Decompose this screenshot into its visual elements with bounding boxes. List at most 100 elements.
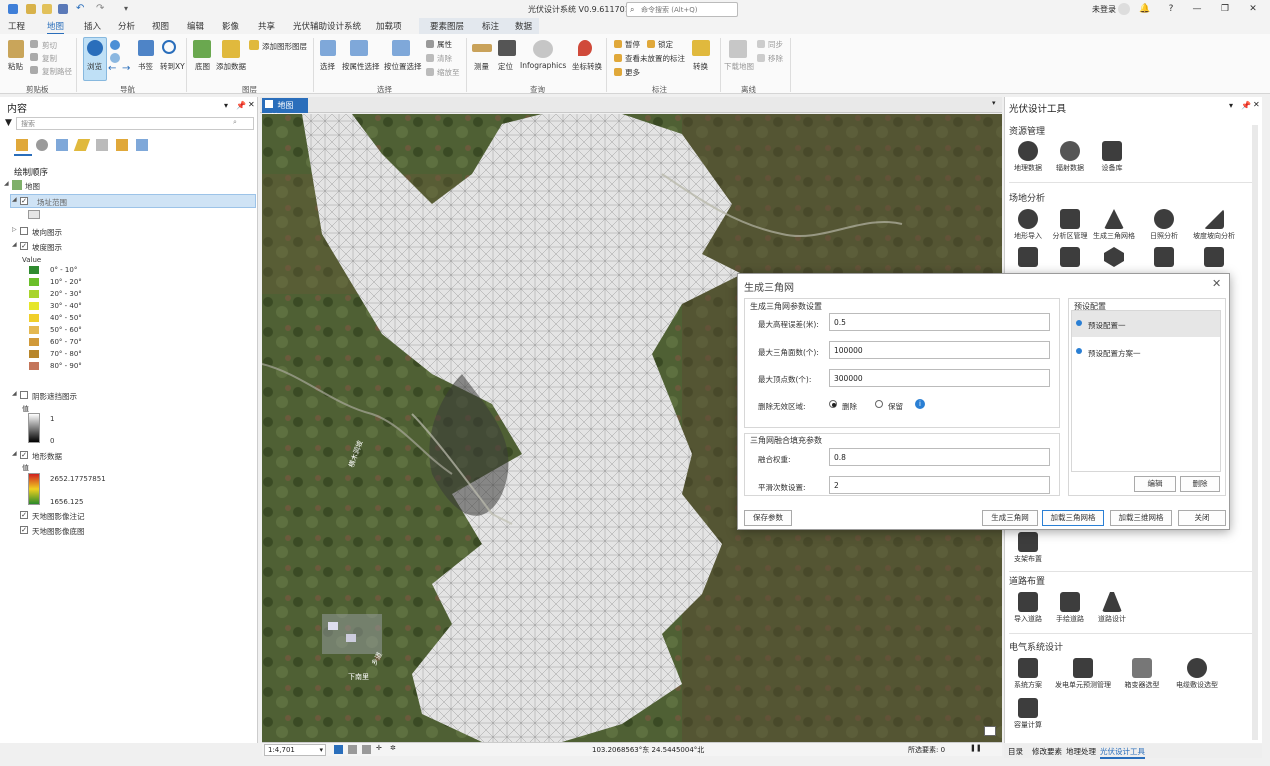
list-by-snapping-icon[interactable] [96,139,108,151]
irradiance-data-button[interactable]: 辐射数据 [1047,141,1093,173]
grid-icon[interactable] [334,745,343,754]
infographics-icon[interactable] [533,40,553,58]
info-icon[interactable]: i [915,399,925,409]
bookmark-button[interactable]: 书签 [138,61,153,72]
close-dialog-button[interactable]: 关闭 [1178,510,1226,526]
ribbon-tab[interactable]: 编辑 [187,20,204,32]
locate-binoculars-icon[interactable] [498,40,516,56]
ribbon-tab[interactable]: 光伏辅助设计系统 [293,20,361,32]
terrain-import-button[interactable]: 地形导入 [1005,209,1051,241]
copy-button[interactable]: 复制 [42,53,57,64]
expand-arrow-icon[interactable]: ◢ [12,450,17,457]
coordinate-conversion-icon[interactable] [578,40,592,56]
list-by-editing-icon[interactable] [73,139,91,151]
view-unplaced-button[interactable]: 查看未放置的标注 [625,53,685,64]
edit-preset-button[interactable]: 编辑 [1134,476,1176,492]
attributes-icon[interactable] [426,40,434,48]
ribbon-tab[interactable]: 视图 [152,20,169,32]
remove-button[interactable]: 移除 [768,53,783,64]
back-arrow-icon[interactable]: ← [108,64,120,74]
map-table-icon[interactable] [984,726,996,736]
copy-icon[interactable] [30,53,38,61]
snap-icon[interactable] [362,745,371,754]
lock-icon[interactable] [647,40,655,48]
load-3d-mesh-button[interactable]: 加载三维网格 [1110,510,1172,526]
select-by-location-button[interactable]: 按位置选择 [384,61,422,72]
sync-icon[interactable] [757,40,765,48]
minimize-button[interactable]: — [1190,2,1204,16]
pane-options-icon[interactable]: ▾ [1229,101,1233,110]
tool-row-2-d[interactable] [1141,247,1187,267]
pause-drawing-icon[interactable]: ❚❚ [970,744,982,752]
delete-preset-button[interactable]: 删除 [1180,476,1220,492]
customize-quick-access-icon[interactable]: ▾ [124,4,134,14]
layer-visibility-checkbox[interactable]: ✓ [20,526,28,534]
ribbon-tab[interactable]: 加载项 [376,20,402,32]
add-data-button[interactable]: 添加数据 [216,61,246,72]
download-map-button[interactable]: 下载地图 [724,61,754,72]
select-by-attr-icon[interactable] [350,40,368,56]
forward-arrow-icon[interactable]: → [122,64,134,74]
clear-icon[interactable] [426,54,434,62]
measure-icon[interactable] [472,44,492,52]
rotate-icon[interactable]: ✲ [390,744,396,752]
radio-delete[interactable] [829,400,837,408]
list-by-perspective-icon[interactable] [136,139,148,151]
road-design-button[interactable]: 道路设计 [1089,592,1135,624]
expand-arrow-icon[interactable]: ◢ [12,390,17,397]
zoom-to-icon[interactable] [426,68,434,76]
scale-input[interactable]: 1:4,701 ▾ [264,744,326,756]
zoom-prev-icon[interactable] [110,53,120,63]
save-params-button[interactable]: 保存参数 [744,510,792,526]
undo-icon[interactable]: ↶ [76,4,86,14]
goto-xy-button[interactable]: 转到XY [160,61,185,72]
pv-pane-scrollbar[interactable] [1252,125,1258,740]
help-button[interactable]: ? [1164,2,1178,16]
list-by-drawing-order-icon[interactable] [16,139,28,151]
layer-visibility-checkbox[interactable]: ✓ [20,511,28,519]
expand-arrow-icon[interactable]: ◢ [4,180,9,187]
select-by-location-icon[interactable] [392,40,410,56]
analysis-zone-button[interactable]: 分析区管理 [1047,209,1093,241]
fusion-weight-input[interactable]: 0.8 [829,448,1050,466]
paste-button[interactable]: 粘贴 [8,61,23,72]
preset-item-label[interactable]: 预设配置方案一 [1088,348,1141,359]
terrain-data-button[interactable]: 地理数据 [1005,141,1051,173]
tab-map[interactable]: 地图 ✕ [262,98,308,120]
tree-item-shade[interactable]: ◢ 阴影遮挡图示 [0,389,258,403]
add-graphics-layer-button[interactable]: 添加图形图层 [262,41,307,52]
select-button[interactable]: 选择 [320,61,335,72]
add-data-icon[interactable] [222,40,240,58]
tree-item-slope-grade[interactable]: ◢ ✓ 坡度图示 [0,240,258,254]
list-by-selection-icon[interactable] [56,139,68,151]
dialog-close-icon[interactable]: ✕ [1212,277,1221,290]
tool-row-2-b[interactable] [1047,247,1093,267]
ribbon-tab[interactable]: 数据 [515,20,532,32]
tool-row-2-c[interactable] [1091,247,1137,267]
right-pane-tab[interactable]: 修改要素 [1032,746,1062,757]
new-project-icon[interactable] [26,4,36,14]
max-vertices-input[interactable]: 300000 [829,369,1050,387]
cut-icon[interactable] [30,40,38,48]
measure-button[interactable]: 测量 [474,61,489,72]
pin-icon[interactable]: 📌 [236,101,246,110]
filter-icon[interactable]: ▼ [5,118,12,128]
copy-path-button[interactable]: 复制路径 [42,66,72,77]
contents-search-input[interactable]: 搜索 ⌕ [16,117,254,130]
tree-item-terrain[interactable]: ◢ ✓ 地形数据 [0,449,258,463]
expand-arrow-icon[interactable]: ◢ [12,196,17,203]
zoom-to-button[interactable]: 缩放至 [437,67,460,78]
max-elev-error-input[interactable]: 0.5 [829,313,1050,331]
zoom-full-icon[interactable] [110,40,120,50]
select-icon[interactable] [320,40,336,56]
coordinate-conversion-button[interactable]: 坐标转换 [572,61,602,72]
bookmark-icon[interactable] [138,40,154,56]
layer-visibility-checkbox[interactable]: ✓ [20,451,28,459]
more-button[interactable]: 更多 [625,67,640,78]
layer-visibility-checkbox[interactable] [20,227,28,235]
locate-button[interactable]: 定位 [498,61,513,72]
avatar[interactable] [1118,3,1130,15]
generate-tin-tool-button[interactable]: 生成三角网格 [1091,209,1137,241]
list-by-labeling-icon[interactable] [116,139,128,151]
convert-button[interactable]: 转换 [693,61,708,72]
